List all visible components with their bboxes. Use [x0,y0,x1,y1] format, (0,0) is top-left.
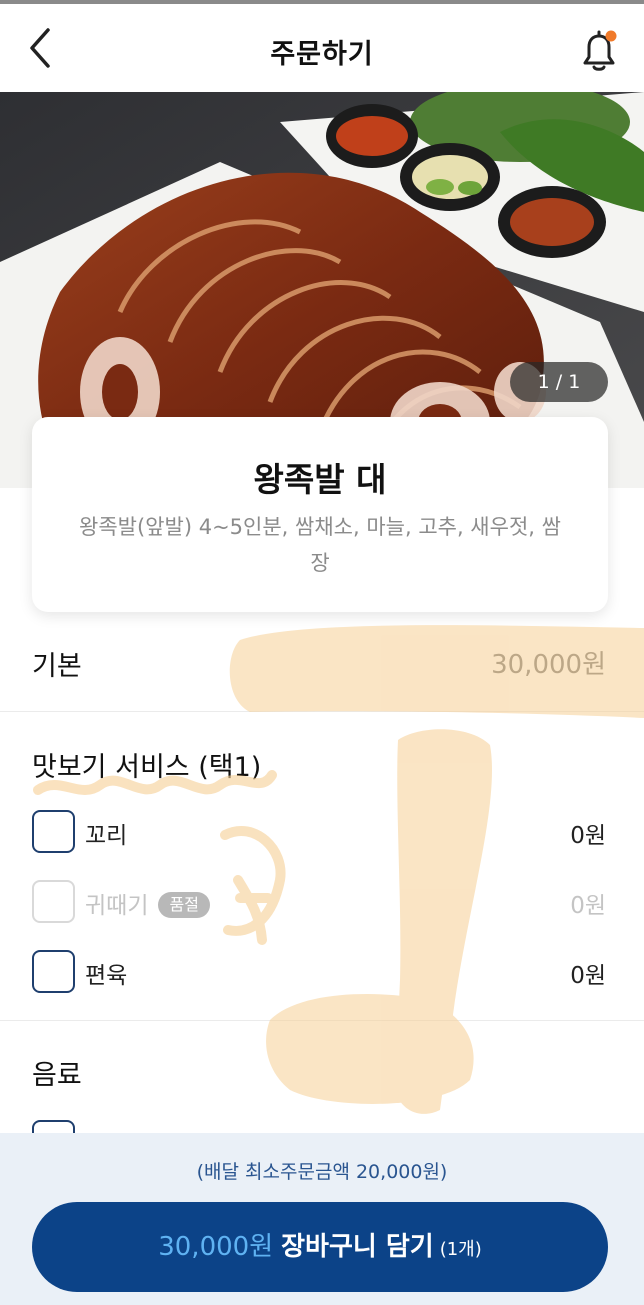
image-counter: 1 / 1 [510,362,608,402]
option-name-text: 귀때기 [85,893,149,919]
section-divider [0,1020,644,1021]
drinks-section-title: 음료 [32,1060,82,1091]
soldout-badge: 품절 [158,891,210,918]
option-row[interactable]: 편육 0원 [0,942,644,1002]
bell-icon [583,30,617,71]
notification-dot [605,30,617,42]
tasting-section-title: 맛보기 서비스 (택1) [32,752,262,783]
cart-button-count: (1개) [439,1239,482,1260]
cart-button-label: 장바구니 담기 [281,1232,434,1262]
product-info-card: 왕족발 대 왕족발(앞발) 4~5인분, 쌈채소, 마늘, 고추, 새우젓, 쌈… [32,417,608,612]
option-price: 0원 [570,823,606,849]
bottom-order-bar: (배달 최소주문금액 20,000원) 30,000원 장바구니 담기 (1개) [0,1133,644,1305]
option-checkbox[interactable] [32,950,75,993]
option-checkbox[interactable] [32,810,75,853]
base-price-value: 30,000원 [491,650,606,680]
option-price: 0원 [570,893,606,919]
option-row[interactable]: 꼬리 0원 [0,802,644,862]
app-header: 주문하기 [0,4,644,92]
option-name: 편육 [85,963,128,989]
product-name: 왕족발 대 [253,460,387,499]
cart-button-price: 30,000원 [158,1232,274,1262]
base-price-label: 기본 [32,651,82,682]
product-description: 왕족발(앞발) 4~5인분, 쌈채소, 마늘, 고추, 새우젓, 쌈장 [79,515,561,575]
option-name: 귀때기 품절 [85,886,210,920]
option-checkbox-disabled [32,880,75,923]
option-name: 꼬리 [85,823,128,849]
page-title: 주문하기 [270,39,374,70]
option-row-soldout: 귀때기 품절 0원 [0,872,644,932]
base-price-row: 기본 30,000원 [0,612,644,712]
option-price: 0원 [570,963,606,989]
notification-button[interactable] [574,26,624,76]
add-to-cart-button[interactable]: 30,000원 장바구니 담기 (1개) [32,1202,608,1292]
min-order-notice: (배달 최소주문금액 20,000원) [196,1161,448,1183]
